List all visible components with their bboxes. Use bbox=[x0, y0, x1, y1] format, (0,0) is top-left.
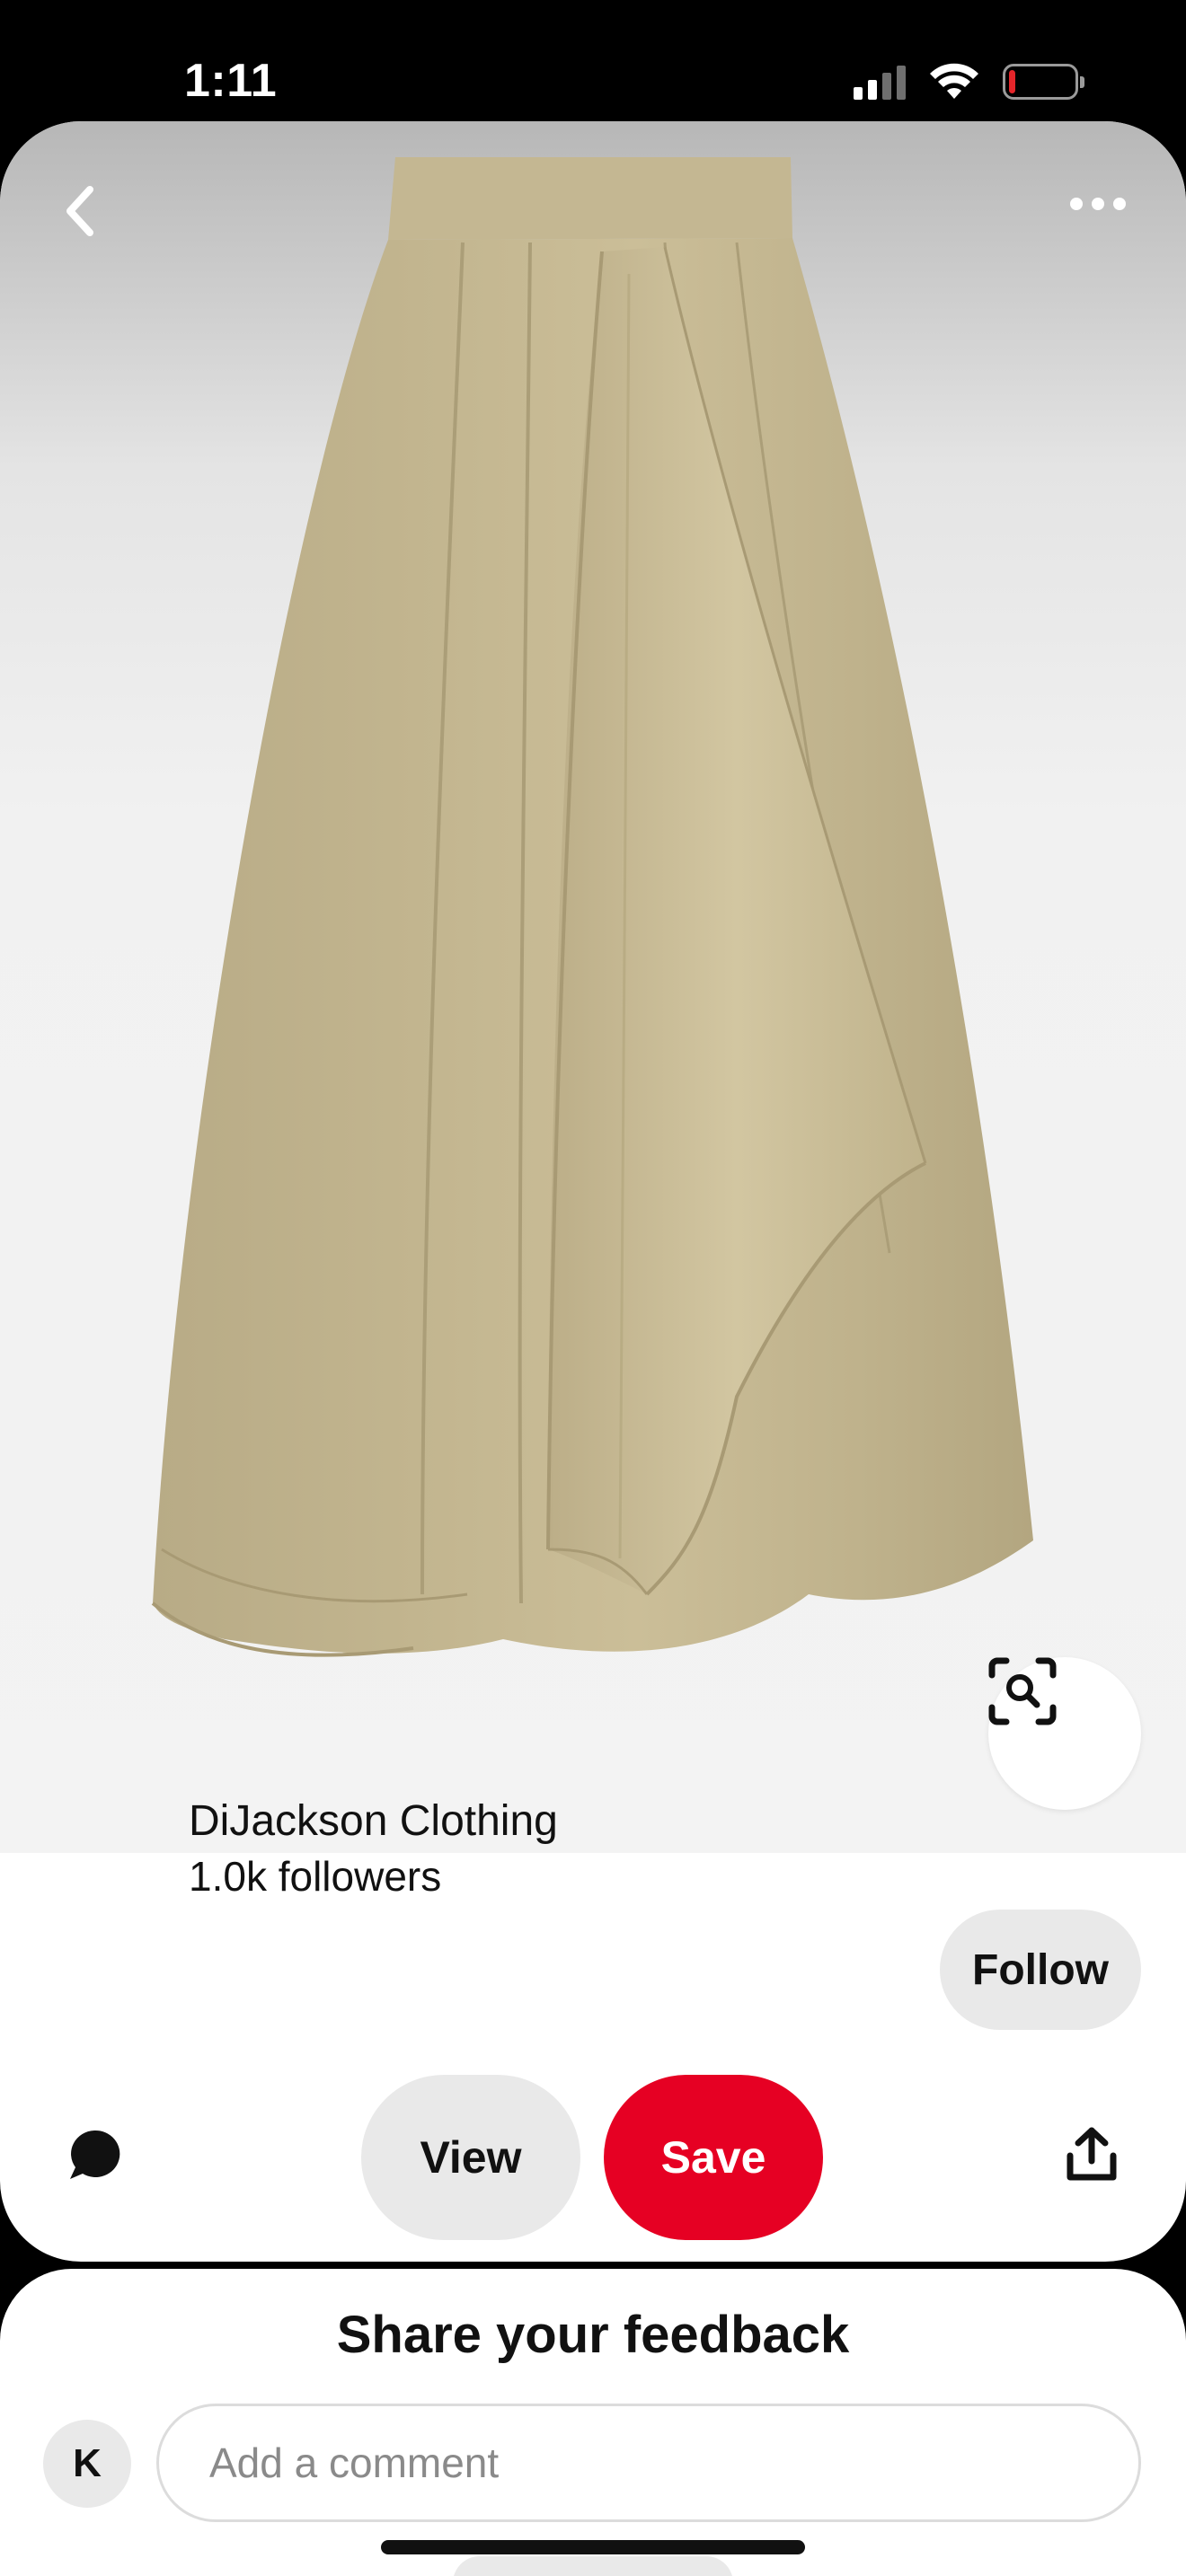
save-button[interactable]: Save bbox=[604, 2075, 823, 2240]
follow-button[interactable]: Follow bbox=[940, 1910, 1141, 2030]
visual-search-icon bbox=[988, 1657, 1057, 1725]
wifi-icon bbox=[930, 63, 978, 99]
ellipsis-icon bbox=[1070, 198, 1126, 210]
visual-search-button[interactable] bbox=[988, 1657, 1141, 1810]
cellular-signal-icon bbox=[854, 64, 906, 100]
comment-bubble-icon bbox=[70, 2130, 120, 2179]
creator-followers: 1.0k followers bbox=[189, 1853, 442, 1900]
creator-name[interactable]: DiJackson Clothing bbox=[189, 1796, 558, 1846]
battery-icon bbox=[1003, 64, 1084, 100]
share-icon bbox=[1067, 2127, 1117, 2181]
comment-input[interactable] bbox=[156, 2404, 1141, 2522]
feedback-title: Share your feedback bbox=[336, 2306, 850, 2364]
status-time: 1:11 bbox=[184, 55, 278, 107]
chevron-left-icon bbox=[66, 186, 93, 236]
view-button[interactable]: View bbox=[361, 2075, 580, 2240]
pin-image[interactable] bbox=[0, 121, 1186, 1853]
status-icons bbox=[854, 63, 1084, 101]
comment-button[interactable] bbox=[63, 2123, 126, 2186]
sheet-peek bbox=[453, 2556, 733, 2576]
avatar[interactable]: K bbox=[43, 2420, 131, 2508]
status-bar: 1:11 bbox=[0, 0, 1186, 121]
battery-level bbox=[1009, 70, 1015, 93]
home-indicator[interactable] bbox=[381, 2540, 805, 2554]
back-button[interactable] bbox=[63, 184, 126, 247]
more-options-button[interactable] bbox=[1069, 197, 1150, 242]
share-button[interactable] bbox=[1060, 2123, 1123, 2186]
pin-detail-screen: 1:11 DiJackson Clothing 1.0k followers F… bbox=[0, 0, 1186, 2576]
skirt-illustration bbox=[151, 157, 1033, 1657]
